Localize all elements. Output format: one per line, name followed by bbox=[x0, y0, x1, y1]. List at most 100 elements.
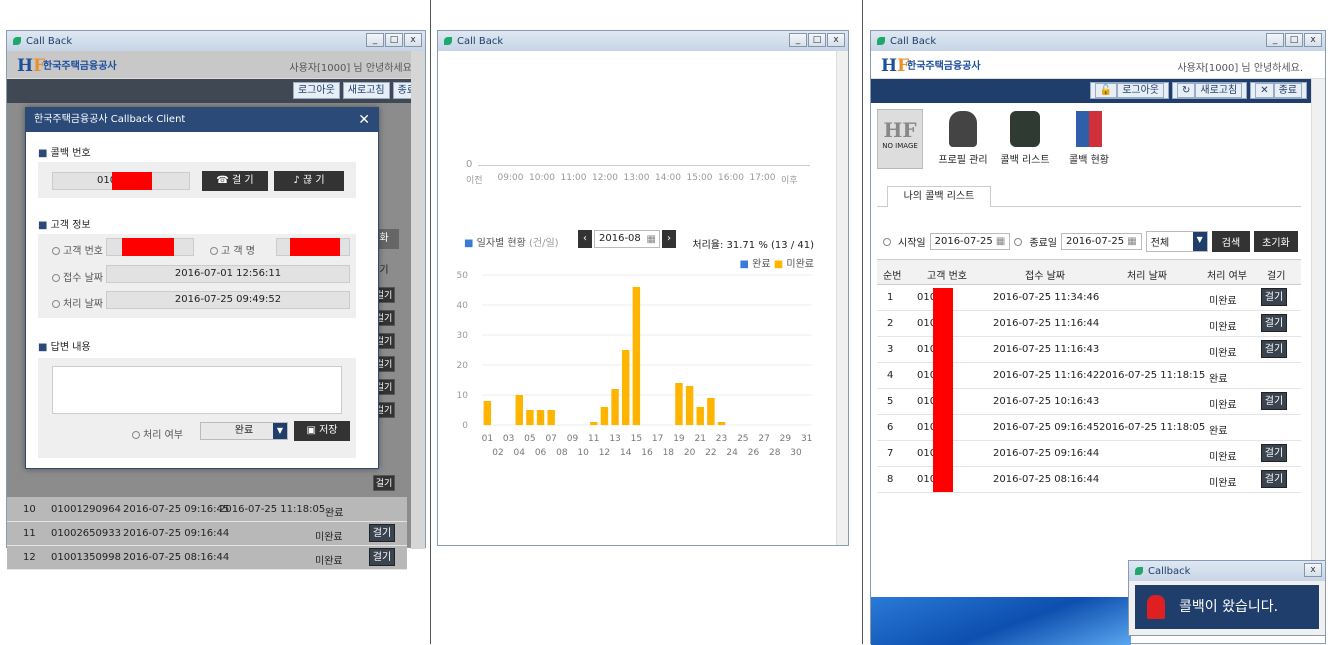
refresh-button[interactable]: 새로고침 bbox=[342, 82, 390, 99]
hangup-button[interactable]: ♪ 끊 기 bbox=[274, 171, 344, 191]
chevron-down-icon: ▼ bbox=[1192, 232, 1207, 251]
row-recv: 2016-07-25 08:16:44 bbox=[123, 552, 230, 563]
x-tick-label: 26 bbox=[748, 448, 760, 458]
bar-pending bbox=[515, 395, 523, 425]
close-button[interactable]: x bbox=[827, 33, 845, 47]
call-button[interactable]: 걸기 bbox=[369, 548, 395, 566]
greeting: 사용자[1000] 님 안녕하세요. bbox=[289, 63, 415, 74]
x-tick-label: 11 bbox=[588, 434, 599, 444]
table-row[interactable]: 11 01002650933 2016-07-25 09:16:44 미완료 걸기 bbox=[7, 521, 407, 546]
filter-bar: 시작일 2016-07-25 ▦ 종료일 2016-07-25 ▦ 전체 ▼ 검색… bbox=[883, 231, 1298, 252]
hourly-axis bbox=[478, 165, 810, 166]
minimize-button[interactable]: _ bbox=[366, 33, 384, 47]
call-button[interactable]: 걸기 bbox=[1261, 314, 1287, 332]
search-button[interactable]: 검색 bbox=[1211, 231, 1251, 252]
call-button[interactable]: 걸기 bbox=[1261, 470, 1287, 488]
close-button[interactable]: x bbox=[1304, 33, 1322, 47]
scrollbar[interactable] bbox=[1311, 79, 1325, 595]
close-button[interactable]: x bbox=[1304, 563, 1322, 577]
callback-window-right: Call Back _ □ x HF 한국주택금융공사 사용자[1000] 님 안녕… bbox=[870, 30, 1326, 645]
logout-button[interactable]: 로그아웃 bbox=[292, 82, 340, 99]
start-label: 시작일 bbox=[898, 238, 926, 249]
end-date-input[interactable]: 2016-07-25 ▦ bbox=[1060, 233, 1142, 250]
no-image-label: NO IMAGE bbox=[882, 142, 918, 150]
scrollbar[interactable] bbox=[836, 51, 848, 545]
row-status: 완료 bbox=[1209, 426, 1228, 437]
row-no: 5 bbox=[887, 396, 894, 407]
daily-unit: (건/일) bbox=[529, 238, 559, 249]
menu-callback-status[interactable]: 콜백 현황 bbox=[1061, 111, 1117, 166]
answer-textarea[interactable] bbox=[52, 366, 342, 414]
maximize-button[interactable]: □ bbox=[808, 33, 826, 47]
close-button[interactable]: x bbox=[404, 33, 422, 47]
bar-pending bbox=[707, 398, 715, 425]
call-button-label: 걸기 bbox=[373, 475, 395, 491]
label-text: 처리 여부 bbox=[143, 430, 183, 441]
x-tick-label: 19 bbox=[673, 434, 685, 444]
x-tick-label: 13 bbox=[609, 434, 620, 444]
next-month-button[interactable]: › bbox=[662, 230, 676, 248]
section-label: 고객 정보 bbox=[50, 220, 91, 231]
call-button[interactable]: 걸기 bbox=[369, 524, 395, 542]
maximize-button[interactable]: □ bbox=[385, 33, 403, 47]
prev-month-button[interactable]: ‹ bbox=[578, 230, 592, 248]
daily-title: ■ 일자별 현황 (건/일) bbox=[464, 238, 559, 249]
hangup-icon: ♪ bbox=[293, 175, 300, 186]
exit-button[interactable]: ✕ 종료 bbox=[1250, 82, 1307, 99]
scrollbar[interactable] bbox=[411, 51, 425, 549]
table-row[interactable]: 10 01001290964 2016-07-25 09:16:45 2016-07-… bbox=[7, 497, 407, 522]
x-tick-label: 02 bbox=[492, 448, 503, 458]
row-no: 3 bbox=[887, 344, 894, 355]
section-label: 답변 내용 bbox=[50, 342, 91, 353]
close-icon[interactable]: ✕ bbox=[358, 108, 370, 132]
status-select[interactable]: 완료 ▼ bbox=[200, 422, 288, 440]
row-proc: 2016-07-25 11:18:05 bbox=[219, 504, 326, 515]
call-button[interactable]: 걸기 bbox=[1261, 340, 1287, 358]
y-tick-label: 40 bbox=[457, 301, 469, 311]
row-status: 완료 bbox=[325, 508, 344, 519]
phone-icon: ☎ bbox=[216, 175, 229, 186]
daily-title-text: 일자별 현황 bbox=[476, 238, 526, 249]
save-label: 저장 bbox=[319, 425, 338, 436]
save-button[interactable]: ▣ 저장 bbox=[294, 421, 350, 441]
refresh-button[interactable]: ↻ 새로고침 bbox=[1172, 82, 1248, 99]
table-row[interactable]: 12 01001350998 2016-07-25 08:16:44 미완료 걸기 bbox=[7, 545, 407, 570]
call-button[interactable]: 걸기 bbox=[373, 475, 395, 491]
row-status: 완료 bbox=[1209, 374, 1228, 385]
hourly-ticks: 이전 09:00 10:00 11:00 12:00 13:00 14:00 15:00 16:… bbox=[454, 173, 814, 187]
call-button[interactable]: 걸기 bbox=[1261, 392, 1287, 410]
maximize-button[interactable]: □ bbox=[1285, 33, 1303, 47]
row-status: 미완료 bbox=[315, 556, 343, 567]
bar-pending bbox=[717, 422, 726, 425]
reset-button[interactable]: 초기화 bbox=[1254, 231, 1298, 252]
calendar-icon: ▦ bbox=[1127, 236, 1137, 247]
minimize-button[interactable]: _ bbox=[1266, 33, 1284, 47]
hour-tick-label: 16:00 bbox=[718, 173, 744, 183]
month-picker[interactable]: 2016-08 ▦ bbox=[594, 230, 660, 248]
menu-callback-list[interactable]: 콜백 리스트 bbox=[997, 111, 1053, 166]
status-label: 처리 여부 bbox=[132, 426, 183, 441]
row-no: 6 bbox=[887, 422, 894, 433]
label-text: 고객 번호 bbox=[63, 246, 103, 257]
call-button[interactable]: 걸기 bbox=[1261, 444, 1287, 462]
x-tick-label: 03 bbox=[503, 434, 514, 444]
minimize-button[interactable]: _ bbox=[789, 33, 807, 47]
bar-pending bbox=[685, 386, 694, 425]
menu-profile[interactable]: 프로필 관리 bbox=[935, 111, 991, 166]
call-button[interactable]: 걸기 bbox=[1261, 288, 1287, 306]
row-status: 미완료 bbox=[1209, 400, 1237, 411]
logout-button[interactable]: 🔓 로그아웃 bbox=[1089, 82, 1169, 99]
call-button[interactable]: ☎ 걸 기 bbox=[202, 171, 268, 191]
completion-rate: 처리율: 31.71 % (13 / 41) bbox=[692, 240, 814, 251]
filter-select[interactable]: 전체 ▼ bbox=[1145, 231, 1208, 252]
x-tick-label: 14 bbox=[620, 448, 632, 458]
app-icon bbox=[444, 37, 452, 45]
col-status: 처리 여부 bbox=[1207, 271, 1247, 282]
nav-bar: 🔓 로그아웃 ↻ 새로고침 ✕ 종료 bbox=[871, 79, 1311, 103]
x-tick-label: 16 bbox=[641, 448, 653, 458]
hf-logo: HF bbox=[17, 56, 46, 76]
start-date-input[interactable]: 2016-07-25 ▦ bbox=[929, 233, 1011, 250]
tab-my-callback-list[interactable]: 나의 콜백 리스트 bbox=[887, 186, 991, 207]
x-tick-label: 04 bbox=[514, 448, 526, 458]
x-tick-label: 29 bbox=[780, 434, 792, 444]
